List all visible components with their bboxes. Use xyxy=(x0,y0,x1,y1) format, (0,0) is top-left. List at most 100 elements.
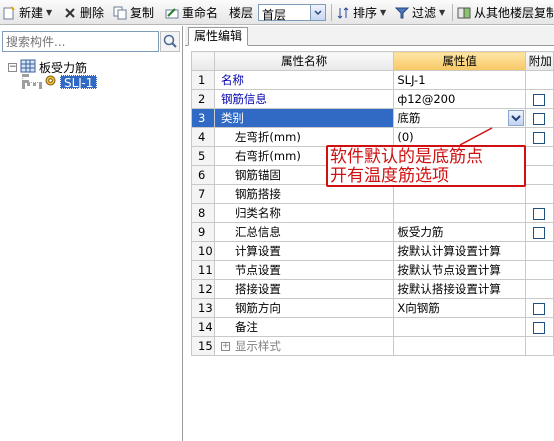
table-row[interactable]: 13 钢筋方向 X向钢筋 xyxy=(191,298,554,318)
property-value[interactable] xyxy=(393,184,526,204)
copy-button[interactable]: 复制 xyxy=(113,3,154,22)
table-row[interactable]: 4 左弯折(mm) (0) xyxy=(191,127,554,147)
filter-button[interactable]: 过滤 ▼ xyxy=(394,3,446,22)
chevron-down-icon: ▼ xyxy=(439,8,446,17)
tree-line xyxy=(22,82,42,86)
property-name: 搭接设置 xyxy=(213,279,395,299)
category-value: 底筋 xyxy=(397,111,421,125)
property-value[interactable]: ф12@200 xyxy=(393,89,526,109)
property-name: 汇总信息 xyxy=(213,222,395,242)
row-number: 5 xyxy=(191,146,215,166)
table-row-selected[interactable]: 3 类别 底筋 xyxy=(191,108,554,128)
group-label: 显示样式 xyxy=(234,339,281,353)
search-button[interactable] xyxy=(160,31,180,52)
tab-strip: 属性编辑 xyxy=(185,26,554,46)
property-value[interactable]: 按默认搭接设置计算 xyxy=(393,279,526,299)
tree-node-slab-rebar[interactable]: − 板受力筋 xyxy=(8,59,87,75)
extra-checkbox[interactable] xyxy=(533,226,546,239)
grid-corner xyxy=(191,51,215,71)
extra-checkbox[interactable] xyxy=(533,93,546,106)
toolbar: 新建 ▼ 删除 复制 重命名 楼层 首层 排序 ▼ 过滤 ▼ 从其他楼层复制 xyxy=(0,0,554,25)
table-row[interactable]: 9 汇总信息 板受力筋 xyxy=(191,222,554,242)
property-value[interactable] xyxy=(393,317,526,337)
property-value[interactable]: 按默认计算设置计算 xyxy=(393,241,526,261)
row-number: 8 xyxy=(191,203,215,223)
row-number: 6 xyxy=(191,165,215,185)
new-icon xyxy=(2,5,16,20)
row-number: 4 xyxy=(191,127,215,147)
filter-label: 过滤 xyxy=(412,6,437,20)
copy-from-floor-button[interactable]: 从其他楼层复制 xyxy=(457,3,554,22)
table-row[interactable]: 14 备注 xyxy=(191,317,554,337)
extra-checkbox[interactable] xyxy=(533,321,546,334)
tree-node-slj-1[interactable]: SLJ-1 xyxy=(44,74,98,90)
search-icon xyxy=(161,34,179,54)
property-name-group[interactable]: + 显示样式 xyxy=(213,336,395,356)
rename-button[interactable]: 重命名 xyxy=(165,3,218,22)
property-value[interactable] xyxy=(393,203,526,223)
copy-icon xyxy=(113,6,127,20)
property-value[interactable]: (0) xyxy=(393,127,526,147)
table-row[interactable]: 12 搭接设置 按默认搭接设置计算 xyxy=(191,279,554,299)
table-row[interactable]: 8 归类名称 xyxy=(191,203,554,223)
property-value[interactable]: 按默认节点设置计算 xyxy=(393,260,526,280)
chevron-down-icon[interactable] xyxy=(507,110,524,126)
table-row[interactable]: 7 钢筋搭接 xyxy=(191,184,554,204)
floor-label: 楼层 xyxy=(229,6,254,20)
property-value[interactable]: X向钢筋 xyxy=(393,298,526,318)
row-number: 9 xyxy=(191,222,215,242)
sort-button[interactable]: 排序 ▼ xyxy=(336,3,386,22)
property-name: 备注 xyxy=(213,317,395,337)
table-row[interactable]: 1 名称 SLJ-1 xyxy=(191,70,554,90)
floor-select[interactable]: 首层 xyxy=(258,4,326,22)
extra-checkbox[interactable] xyxy=(533,302,546,315)
slab-rebar-icon xyxy=(20,59,36,76)
table-row[interactable]: 11 节点设置 按默认节点设置计算 xyxy=(191,260,554,280)
property-pane: 属性编辑 属性名称 属性值 附加 1 名称 SLJ-1 2 钢筋信息 ф12@2… xyxy=(185,26,554,441)
table-row[interactable]: 10 计算设置 按默认计算设置计算 xyxy=(191,241,554,261)
extra-checkbox[interactable] xyxy=(533,112,546,125)
row-number: 1 xyxy=(191,70,215,90)
property-value[interactable] xyxy=(393,336,526,356)
property-value[interactable]: SLJ-1 xyxy=(393,70,526,90)
floor-select-value: 首层 xyxy=(262,8,287,22)
chevron-down-icon: ▼ xyxy=(380,8,387,17)
header-value: 属性值 xyxy=(393,51,526,71)
property-name: 钢筋搭接 xyxy=(213,184,395,204)
category-dropdown[interactable]: 底筋 xyxy=(393,108,526,128)
tab-property-edit[interactable]: 属性编辑 xyxy=(188,27,249,46)
search-field[interactable] xyxy=(2,31,159,52)
row-number: 15 xyxy=(191,336,215,356)
tree-node-label: SLJ-1 xyxy=(60,75,98,90)
filter-icon xyxy=(394,6,410,20)
delete-label: 删除 xyxy=(80,6,105,20)
row-number: 10 xyxy=(191,241,215,261)
tree-node-label: 板受力筋 xyxy=(39,60,88,75)
table-row[interactable]: 15 + 显示样式 xyxy=(191,336,554,356)
delete-button[interactable]: 删除 xyxy=(63,3,104,22)
extra-cell xyxy=(524,241,554,261)
property-value[interactable]: 板受力筋 xyxy=(393,222,526,242)
chevron-down-icon[interactable] xyxy=(310,5,325,20)
extra-cell xyxy=(524,108,554,128)
property-name: 计算设置 xyxy=(213,241,395,261)
search-input[interactable] xyxy=(3,32,153,51)
extra-cell xyxy=(524,336,554,356)
property-grid: 属性名称 属性值 附加 1 名称 SLJ-1 2 钢筋信息 ф12@200 3 … xyxy=(191,51,554,356)
new-button[interactable]: 新建 ▼ xyxy=(2,3,52,22)
extra-cell xyxy=(524,146,554,166)
expand-icon[interactable]: + xyxy=(220,342,230,351)
table-row[interactable]: 2 钢筋信息 ф12@200 xyxy=(191,89,554,109)
copy-from-floor-label: 从其他楼层复制 xyxy=(474,6,554,20)
row-number: 3 xyxy=(191,108,215,128)
extra-cell xyxy=(524,70,554,90)
collapse-icon[interactable]: − xyxy=(8,62,17,72)
rename-label: 重命名 xyxy=(182,6,219,20)
property-name: 左弯折(mm) xyxy=(213,127,395,147)
property-name: 名称 xyxy=(213,70,395,90)
property-name: 类别 xyxy=(213,108,395,128)
extra-checkbox[interactable] xyxy=(533,131,546,144)
extra-checkbox[interactable] xyxy=(533,207,546,220)
header-name: 属性名称 xyxy=(213,51,395,71)
extra-cell xyxy=(524,89,554,109)
